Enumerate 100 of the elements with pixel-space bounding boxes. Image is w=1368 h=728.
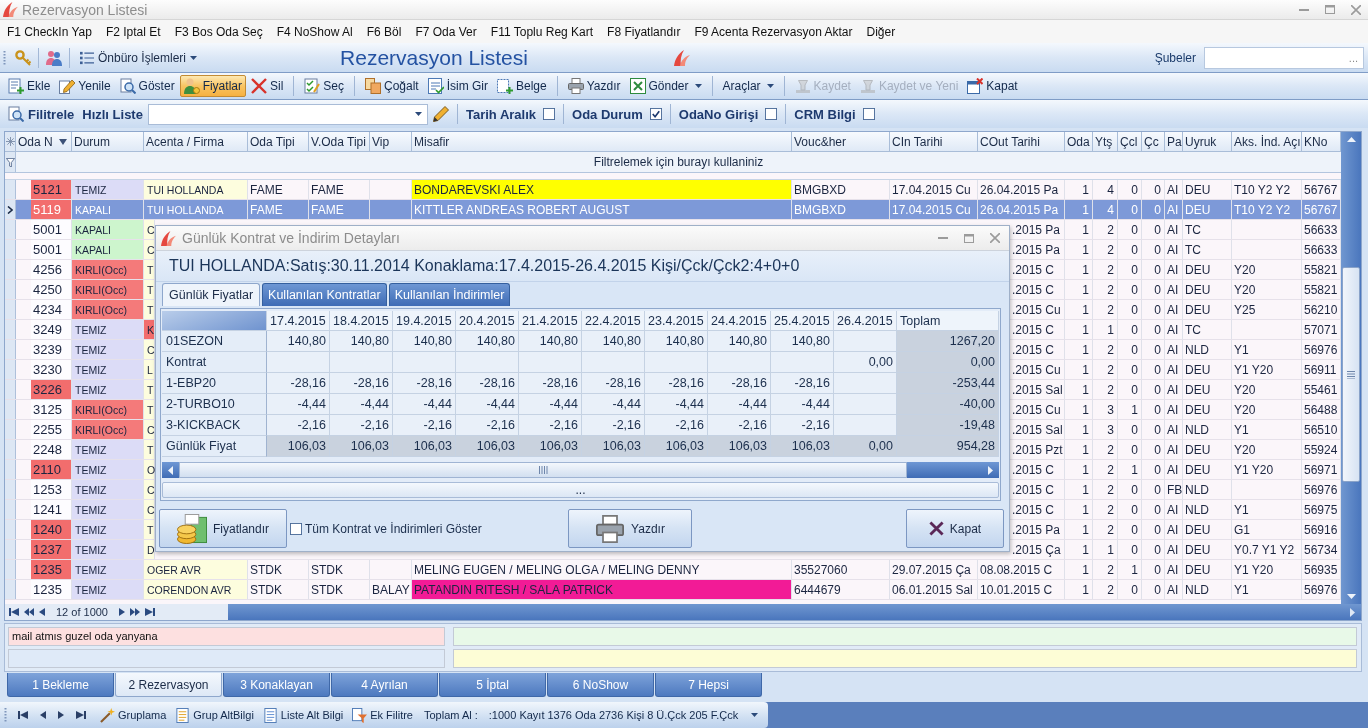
first-icon[interactable] (18, 711, 28, 719)
last-icon[interactable] (145, 608, 155, 616)
horizontal-scrollbar[interactable] (228, 604, 1361, 620)
column-header[interactable]: Oda Tipi (248, 132, 309, 152)
toolbar-button[interactable]: Çoğalt (361, 75, 423, 97)
filter-button[interactable]: Filitrele (6, 103, 77, 125)
toolbar-button[interactable]: Ekle (4, 75, 55, 97)
column-header[interactable]: CIn Tarihi (890, 132, 978, 152)
status-button[interactable]: Gruplama (97, 705, 170, 725)
column-header[interactable]: 24.4.2015 (708, 311, 771, 331)
vertical-scrollbar[interactable] (1341, 132, 1361, 604)
previous-icon[interactable] (40, 711, 46, 719)
note-field[interactable] (8, 649, 445, 668)
first-icon[interactable] (9, 608, 19, 616)
sort-descending-icon[interactable] (59, 139, 67, 145)
menu-item[interactable]: F4 NoShow Al (276, 22, 353, 41)
checkbox[interactable] (649, 108, 662, 120)
note-field[interactable] (453, 649, 1357, 668)
toolbar-button[interactable]: Sil (246, 75, 288, 97)
toolbar-button[interactable]: İsim Gir (423, 75, 492, 97)
column-header[interactable]: 23.4.2015 (645, 311, 708, 331)
menu-item[interactable]: F8 Fiyatlandır (607, 22, 681, 41)
column-header[interactable]: 17.4.2015 (267, 311, 330, 331)
column-header[interactable]: Oda (1065, 132, 1093, 152)
next-icon[interactable] (58, 711, 64, 719)
menu-item[interactable]: F2 Iptal Et (105, 22, 161, 41)
arrow-left-icon[interactable] (168, 465, 173, 475)
close-icon[interactable] (1351, 4, 1361, 15)
status-button[interactable]: Grup AltBilgi (172, 705, 257, 725)
menu-item[interactable]: F1 CheckIn Yap (7, 22, 92, 41)
checkbox[interactable] (543, 108, 555, 120)
checkbox[interactable] (765, 108, 778, 120)
caret-icon[interactable] (414, 112, 422, 116)
column-header[interactable]: Oda N (16, 132, 72, 152)
tab[interactable]: 2 Rezervasyon (115, 673, 222, 697)
users-icon[interactable] (46, 49, 62, 66)
scrollbar-thumb[interactable] (1342, 267, 1360, 482)
tab[interactable]: Kullanılan Kontratlar (262, 283, 387, 306)
table-row[interactable]: 1235 TEMIZ CORENDON AVR STDK STDK BALAY PATANDIN RITESH / SALA PATRICK 6444679 06.01.2015 Sal 10.01.2015 C 1 2 0 0 AI NLD Y1 56976 (5, 580, 1341, 600)
quick-list-field[interactable] (147, 103, 428, 125)
minimize-icon[interactable] (1299, 8, 1309, 11)
arrow-up-icon[interactable] (1346, 137, 1356, 142)
pencil-icon[interactable] (432, 106, 449, 122)
column-header[interactable]: Pa (1165, 132, 1183, 152)
next-page-icon[interactable] (130, 608, 140, 616)
tab[interactable]: 1 Bekleme (7, 673, 114, 697)
status-button[interactable]: Ek Filitre (349, 705, 416, 725)
maximize-icon[interactable] (964, 233, 974, 243)
column-header[interactable]: Misafir (412, 132, 792, 152)
checkbox[interactable] (290, 522, 302, 535)
menu-button[interactable]: Önbüro İşlemleri (77, 46, 201, 69)
tab[interactable]: Günlük Fiyatlar (162, 283, 261, 306)
column-header[interactable]: Vip (370, 132, 412, 152)
menu-item[interactable]: F11 Toplu Reg Kart (490, 22, 594, 41)
column-header[interactable]: Çcl (1118, 132, 1142, 152)
checkbox[interactable] (862, 108, 875, 120)
toolbar-button[interactable]: Araçlar (718, 75, 778, 97)
column-header[interactable]: 20.4.2015 (456, 311, 519, 331)
column-header[interactable]: Acenta / Firma (144, 132, 248, 152)
more-button[interactable]: ... (162, 482, 999, 498)
arrow-right-icon[interactable] (1350, 607, 1355, 617)
column-header[interactable]: 18.4.2015 (330, 311, 393, 331)
caret-icon[interactable] (751, 713, 759, 717)
column-header[interactable]: Uyruk (1183, 132, 1232, 152)
menu-item[interactable]: F6 Böl (366, 22, 402, 41)
column-header[interactable]: 19.4.2015 (393, 311, 456, 331)
last-icon[interactable] (76, 711, 86, 719)
toolbar-button[interactable]: Belge (493, 75, 551, 97)
column-header[interactable]: 26.4.2015 (834, 311, 897, 331)
note-field[interactable] (453, 627, 1357, 646)
status-button[interactable]: Liste Alt Bilgi (259, 705, 347, 725)
row-selector[interactable] (5, 200, 16, 219)
column-header[interactable]: 22.4.2015 (582, 311, 645, 331)
toolbar-button[interactable]: Fiyatlar (179, 75, 246, 97)
column-header[interactable]: Aks. İnd. Açı (1232, 132, 1302, 152)
column-header[interactable]: 21.4.2015 (519, 311, 582, 331)
maximize-icon[interactable] (1325, 5, 1335, 14)
menu-item[interactable]: F9 Acenta Rezervasyon Aktar (694, 22, 853, 41)
print-button[interactable]: Yazdır (568, 509, 692, 548)
previous-page-icon[interactable] (24, 608, 34, 616)
pricing-button[interactable]: Fiyatlandır (159, 509, 287, 548)
menu-item[interactable]: Diğer (866, 22, 896, 41)
key-icon[interactable] (15, 49, 31, 66)
column-header[interactable]: 25.4.2015 (771, 311, 834, 331)
tab[interactable]: Kullanılan İndirimler (388, 283, 511, 306)
note-field[interactable]: mail atmıs guzel oda yanyana (8, 627, 445, 646)
previous-icon[interactable] (39, 608, 45, 616)
close-button[interactable]: Kapat (906, 509, 1004, 548)
column-header[interactable]: Çc (1142, 132, 1165, 152)
toolbar-button[interactable]: Yenile (55, 75, 115, 97)
column-header[interactable]: KNo (1302, 132, 1341, 152)
column-header[interactable]: Durum (72, 132, 144, 152)
toolbar-button[interactable]: Gönder (625, 75, 706, 97)
menu-item[interactable]: F7 Oda Ver (415, 22, 477, 41)
next-icon[interactable] (119, 608, 125, 616)
close-icon[interactable] (990, 233, 1000, 243)
column-header[interactable]: Ytş (1093, 132, 1118, 152)
menu-item[interactable]: F3 Bos Oda Seç (174, 22, 263, 41)
filter-row[interactable]: Filtrelemek için burayı kullaniniz (5, 152, 1341, 173)
toolbar-button[interactable]: Yazdır (563, 75, 625, 97)
